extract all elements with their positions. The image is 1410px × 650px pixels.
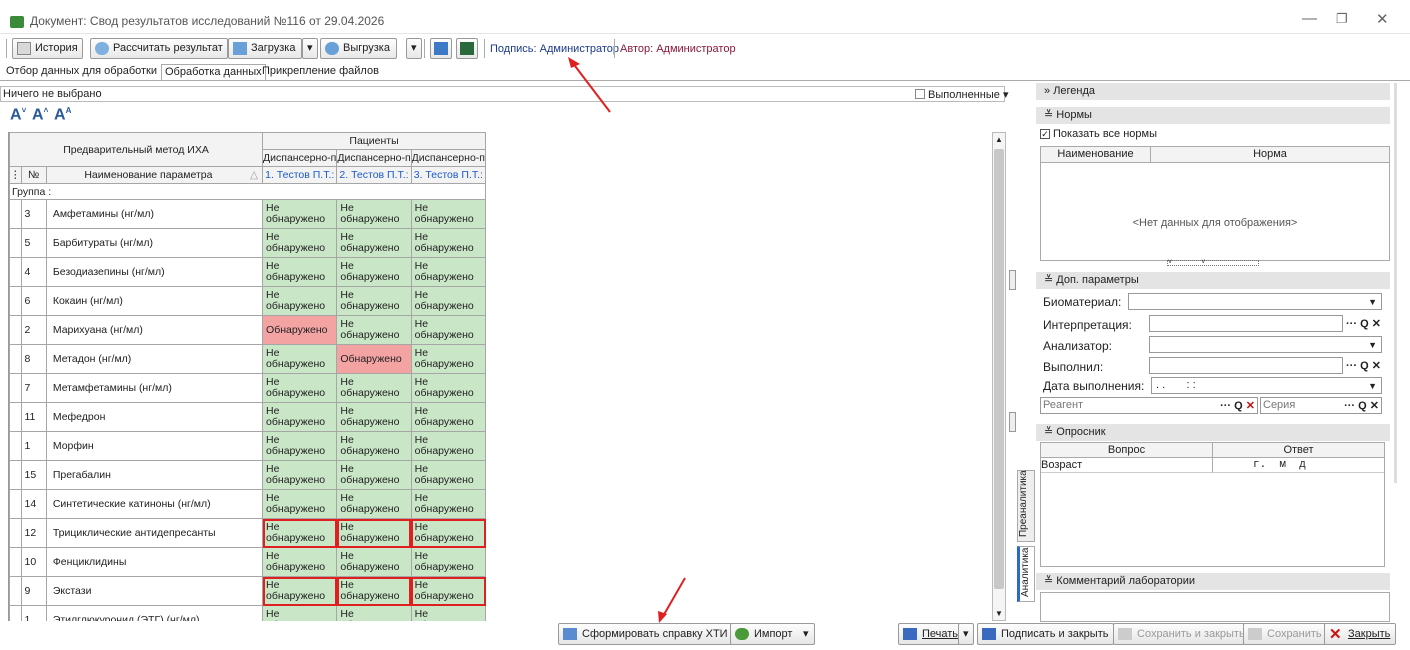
annotation-arrow: [571, 61, 611, 113]
annotation-arrows: [568, 57, 686, 623]
arrowhead: [568, 57, 580, 68]
annotation-arrow: [661, 577, 686, 619]
